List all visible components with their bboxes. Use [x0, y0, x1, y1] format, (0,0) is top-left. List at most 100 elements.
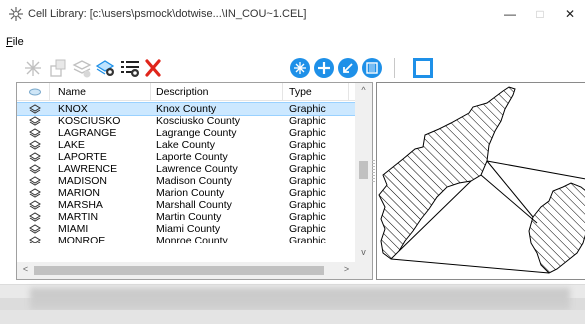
- cell-description: Martin County: [156, 211, 222, 223]
- cell-description: Lawrence County: [156, 163, 238, 175]
- edit-cell-list-icon[interactable]: [119, 57, 141, 79]
- select-icon[interactable]: [361, 57, 383, 79]
- create-cell-icon[interactable]: [22, 57, 44, 79]
- horizontal-scrollbar[interactable]: < >: [17, 262, 355, 279]
- cell-description: Miami County: [156, 223, 221, 235]
- horizontal-scroll-thumb[interactable]: [34, 266, 324, 275]
- list-row-knox[interactable]: KNOX Knox County Graphic: [17, 102, 356, 116]
- list-row-laporte[interactable]: LAPORTE Laporte County Graphic: [17, 151, 355, 163]
- blurred-background-region: [30, 288, 570, 310]
- header-divider[interactable]: [150, 83, 151, 100]
- cell-type: Graphic: [289, 235, 326, 243]
- cell-description: Marshall County: [156, 199, 232, 211]
- edit-origin-icon[interactable]: [337, 57, 359, 79]
- window-title: Cell Library: [c:\users\psmock\dotwise..…: [28, 8, 307, 20]
- list-row-martin[interactable]: MARTIN Martin County Graphic: [17, 211, 355, 223]
- cell-description: Kosciusko County: [156, 115, 241, 127]
- cell-name: LAWRENCE: [58, 163, 118, 175]
- cell-name: KOSCIUSKO: [58, 115, 121, 127]
- share-cell-icon[interactable]: [47, 57, 69, 79]
- cell-name: MONROE: [58, 235, 106, 243]
- scroll-left-arrow-icon[interactable]: <: [17, 264, 34, 274]
- place-cell-icon[interactable]: [95, 57, 117, 79]
- menu-file-mnemonic: F: [6, 36, 13, 48]
- scroll-down-arrow-icon[interactable]: v: [355, 247, 372, 257]
- list-row-marion[interactable]: MARION Marion County Graphic: [17, 187, 355, 199]
- vertical-scroll-thumb[interactable]: [359, 161, 368, 179]
- title-bar[interactable]: Cell Library: [c:\users\psmock\dotwise..…: [0, 0, 585, 28]
- cell-name: MARTIN: [58, 211, 99, 223]
- cell-description: Lake County: [156, 139, 215, 151]
- toolbar-separator: [394, 58, 395, 78]
- header-type[interactable]: Type: [289, 86, 312, 98]
- minimize-icon: —: [504, 7, 516, 21]
- graphic-cell-icon: [29, 224, 41, 234]
- cell-description: Knox County: [156, 103, 217, 115]
- cell-type: Graphic: [289, 211, 326, 223]
- list-row-kosciusko[interactable]: KOSCIUSKO Kosciusko County Graphic: [17, 115, 355, 127]
- graphic-cell-icon: [29, 128, 41, 138]
- menu-file[interactable]: File: [6, 36, 24, 48]
- header-divider[interactable]: [49, 83, 50, 100]
- cell-type: Graphic: [289, 163, 326, 175]
- county-outline-preview: [378, 86, 585, 274]
- list-row-lagrange[interactable]: LAGRANGE Lagrange County Graphic: [17, 127, 355, 139]
- list-row-miami[interactable]: MIAMI Miami County Graphic: [17, 223, 355, 235]
- menu-bar: File: [0, 36, 585, 52]
- graphic-cell-icon: [29, 236, 41, 243]
- add-icon[interactable]: [313, 57, 335, 79]
- header-divider[interactable]: [282, 83, 283, 100]
- cell-type: Graphic: [289, 115, 326, 127]
- cell-preview-panel: [376, 82, 585, 280]
- create-icon[interactable]: [289, 57, 311, 79]
- maximize-icon: □: [536, 7, 544, 21]
- cell-description: Monroe County: [156, 235, 228, 243]
- panel-splitter-handle[interactable]: [372, 160, 375, 184]
- list-row-monroe[interactable]: MONROE Monroe County Graphic: [17, 235, 355, 243]
- scrollbar-corner: [355, 262, 372, 279]
- cell-type: Graphic: [289, 187, 326, 199]
- cell-name: MARSHA: [58, 199, 103, 211]
- delete-icon[interactable]: [142, 57, 164, 79]
- vertical-scrollbar[interactable]: ^ v: [355, 83, 372, 262]
- attach-library-icon[interactable]: [71, 57, 93, 79]
- header-divider[interactable]: [348, 83, 349, 100]
- graphic-cell-icon: [29, 164, 41, 174]
- graphic-cell-icon: [29, 176, 41, 186]
- preview-panel-icon[interactable]: [412, 57, 434, 79]
- list-row-marsha[interactable]: MARSHA Marshall County Graphic: [17, 199, 355, 211]
- list-row-lawrence[interactable]: LAWRENCE Lawrence County Graphic: [17, 163, 355, 175]
- cell-library-window: Cell Library: [c:\users\psmock\dotwise..…: [0, 0, 585, 284]
- cell-list[interactable]: Name Description Type KNOX Knox County G…: [16, 82, 373, 280]
- graphic-cell-icon: [29, 152, 41, 162]
- cell-description: Laporte County: [156, 151, 228, 163]
- cell-name: LAPORTE: [58, 151, 107, 163]
- close-icon: ✕: [564, 7, 576, 21]
- close-button[interactable]: ✕: [556, 4, 584, 24]
- list-header: Name Description Type: [17, 83, 355, 101]
- cell-type: Graphic: [289, 139, 326, 151]
- header-name[interactable]: Name: [58, 86, 86, 98]
- cell-type: Graphic: [289, 151, 326, 163]
- scroll-right-arrow-icon[interactable]: >: [338, 264, 355, 274]
- scroll-up-arrow-icon[interactable]: ^: [355, 85, 372, 95]
- cell-description: Madison County: [156, 175, 232, 187]
- cell-type: Graphic: [289, 223, 326, 235]
- graphic-cell-icon: [29, 140, 41, 150]
- cell-type: Graphic: [289, 199, 326, 211]
- cell-library-app-icon: [9, 7, 23, 21]
- header-description[interactable]: Description: [156, 86, 209, 98]
- list-row-madison[interactable]: MADISON Madison County Graphic: [17, 175, 355, 187]
- minimize-button[interactable]: —: [496, 4, 524, 24]
- cell-description: Lagrange County: [156, 127, 237, 139]
- cell-name: MIAMI: [58, 223, 89, 235]
- list-row-lake[interactable]: LAKE Lake County Graphic: [17, 139, 355, 151]
- maximize-button[interactable]: □: [526, 4, 554, 24]
- header-cell-icon: [29, 88, 41, 96]
- graphic-cell-icon: [29, 200, 41, 210]
- cell-type: Graphic: [289, 127, 326, 139]
- background-strip: [0, 310, 585, 324]
- graphic-cell-icon: [29, 104, 41, 114]
- cell-type: Graphic: [289, 103, 326, 115]
- cell-name: LAGRANGE: [58, 127, 117, 139]
